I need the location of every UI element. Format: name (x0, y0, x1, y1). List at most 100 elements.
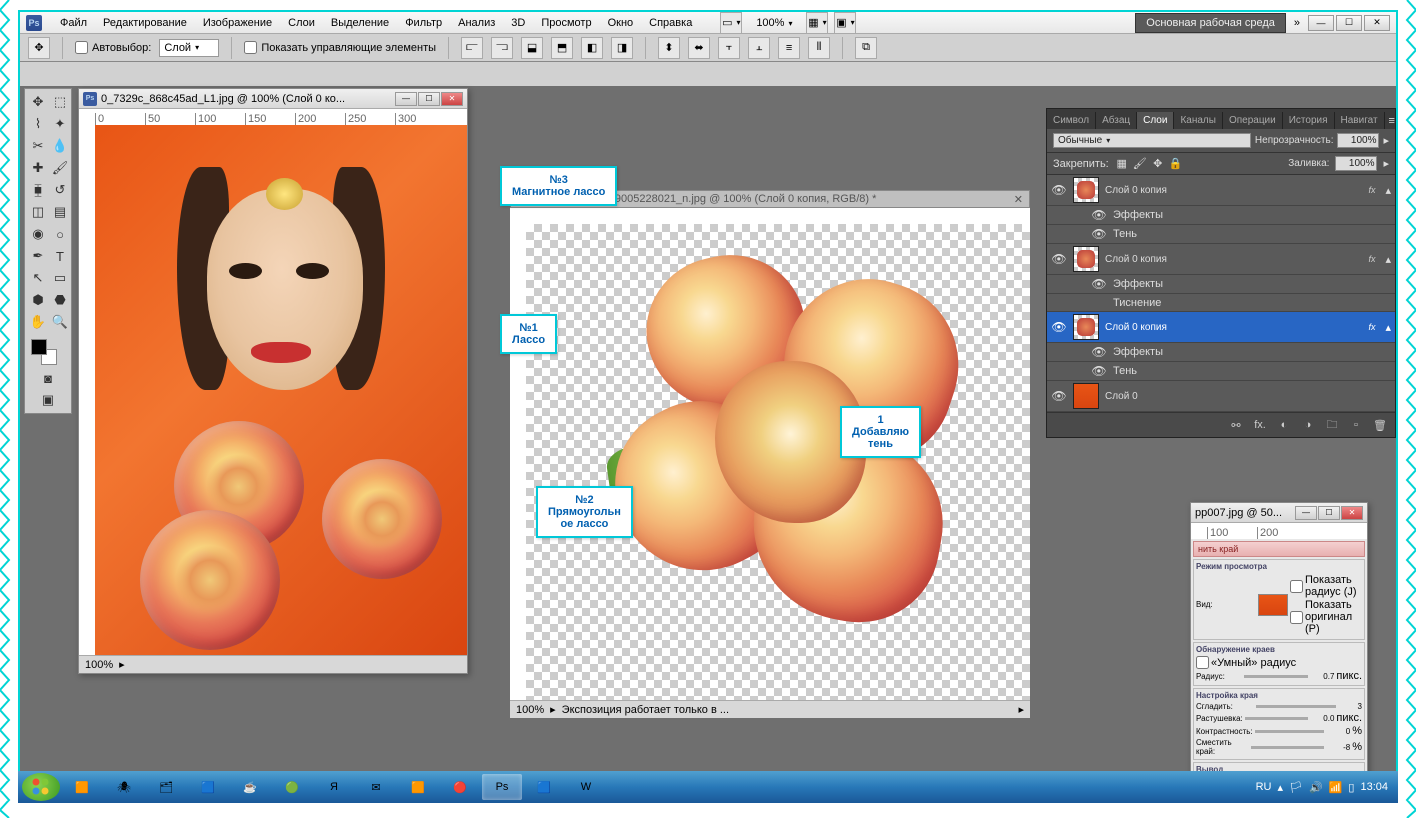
dodge-tool[interactable]: ○ (49, 223, 71, 245)
blur-tool[interactable]: ◉ (27, 223, 49, 245)
layer-name[interactable]: Слой 0 (1105, 391, 1391, 402)
tab-paragraph[interactable]: Абзац (1096, 112, 1137, 129)
taskbar-utorrent[interactable]: 🟢 (272, 774, 312, 800)
tray-battery-icon[interactable]: ▯ (1348, 781, 1354, 794)
taskbar-explorer[interactable]: 🗂 (146, 774, 186, 800)
history-brush-tool[interactable]: ↺ (49, 179, 71, 201)
lock-all-icon[interactable]: 🔒 (1169, 157, 1183, 171)
doc1-status-arrow-icon[interactable]: ▸ (119, 658, 125, 671)
show-original-check[interactable] (1290, 611, 1303, 624)
3d-tool[interactable]: ⬢ (27, 289, 49, 311)
fx-badge[interactable]: fx (1368, 322, 1375, 332)
layer-name[interactable]: Слой 0 копия (1105, 254, 1362, 265)
layer-effect-item[interactable]: 👁Тень (1047, 225, 1395, 244)
doc1-close[interactable]: ✕ (441, 92, 463, 106)
layer-row[interactable]: 👁 Слой 0 копия fx▴ (1047, 175, 1395, 206)
opacity-arrow-icon[interactable]: ▸ (1383, 134, 1389, 147)
doc1-canvas[interactable] (95, 125, 467, 655)
layer-name[interactable]: Слой 0 копия (1105, 322, 1362, 333)
move-tool[interactable]: ✥ (27, 91, 49, 113)
crop-tool[interactable]: ✂ (27, 135, 49, 157)
delete-layer-icon[interactable]: 🗑 (1371, 417, 1389, 433)
tab-actions[interactable]: Операции (1223, 112, 1283, 129)
fx-expand-icon[interactable]: ▴ (1385, 321, 1391, 334)
adjustment-layer-icon[interactable]: ◑ (1299, 417, 1317, 433)
visibility-eye-icon[interactable]: 👁 (1091, 208, 1107, 222)
layer-effect-item[interactable]: 👁Тень (1047, 362, 1395, 381)
type-tool[interactable]: T (49, 245, 71, 267)
close-button[interactable]: ✕ (1364, 15, 1390, 31)
menu-3d[interactable]: 3D (503, 14, 533, 32)
quickmask-toggle[interactable]: ◙ (37, 367, 59, 389)
visibility-eye-icon[interactable]: 👁 (1051, 389, 1067, 403)
layer-mask-icon[interactable]: ◐ (1275, 417, 1293, 433)
pen-tool[interactable]: ✒ (27, 245, 49, 267)
doc2-zoom[interactable]: 100% (516, 704, 544, 716)
heal-tool[interactable]: ✚ (27, 157, 49, 179)
doc3-titlebar[interactable]: pp007.jpg @ 50... — ☐ ✕ (1191, 503, 1367, 523)
maximize-button[interactable]: ☐ (1336, 15, 1362, 31)
taskbar-mail[interactable]: ✉ (356, 774, 396, 800)
eraser-tool[interactable]: ◫ (27, 201, 49, 223)
layer-row[interactable]: 👁 Слой 0 (1047, 381, 1395, 412)
doc3-minimize[interactable]: — (1295, 506, 1317, 520)
doc2-status-arrow-icon[interactable]: ▸ (550, 703, 556, 716)
align-icon-5[interactable]: ◧ (581, 37, 603, 59)
contrast-slider[interactable] (1255, 730, 1325, 733)
menu-filter[interactable]: Фильтр (397, 14, 450, 32)
distribute-icon-6[interactable]: ⦀ (808, 37, 830, 59)
tray-network-icon[interactable]: 📶 (1329, 781, 1343, 794)
fx-badge[interactable]: fx (1368, 254, 1375, 264)
marquee-tool[interactable]: ⬚ (49, 91, 71, 113)
taskbar-yandex[interactable]: Я (314, 774, 354, 800)
screenmode-toggle[interactable]: ▣ (37, 389, 59, 411)
menu-layers[interactable]: Слои (280, 14, 323, 32)
autoselect-checkbox[interactable]: Автовыбор: (75, 41, 151, 54)
smooth-value[interactable]: 3 (1338, 702, 1362, 711)
fx-badge[interactable]: fx (1368, 185, 1375, 195)
tab-history[interactable]: История (1283, 112, 1335, 129)
layer-row-selected[interactable]: 👁 Слой 0 копия fx▴ (1047, 312, 1395, 343)
shape-tool[interactable]: ▭ (49, 267, 71, 289)
lock-transparency-icon[interactable]: ▦ (1115, 157, 1129, 171)
distribute-icon-5[interactable]: ≡ (778, 37, 800, 59)
doc2-canvas[interactable] (526, 224, 1030, 700)
refine-view-thumb[interactable] (1258, 594, 1288, 616)
lock-pixels-icon[interactable]: 🖌 (1133, 157, 1147, 171)
link-layers-icon[interactable]: ⚯ (1227, 417, 1245, 433)
lasso-tool[interactable]: ⌇ (27, 113, 49, 135)
align-icon-1[interactable]: ⫍ (461, 37, 483, 59)
show-transform-checkbox[interactable]: Показать управляющие элементы (244, 41, 436, 54)
auto-align-icon[interactable]: ⧉ (855, 37, 877, 59)
menu-help[interactable]: Справка (641, 14, 700, 32)
blend-mode-select[interactable]: Обычные (1053, 133, 1251, 148)
taskbar-app-2[interactable]: 🕷 (104, 774, 144, 800)
gradient-tool[interactable]: ▤ (49, 201, 71, 223)
workspace-more-icon[interactable]: » (1286, 17, 1308, 29)
taskbar-app-5[interactable]: 🟦 (524, 774, 564, 800)
layer-thumbnail[interactable] (1073, 246, 1099, 272)
smart-radius-check[interactable] (1196, 656, 1209, 669)
viewextra-icon[interactable]: ▣ (834, 12, 856, 34)
fx-expand-icon[interactable]: ▴ (1385, 184, 1391, 197)
menu-select[interactable]: Выделение (323, 14, 397, 32)
start-button[interactable] (22, 773, 60, 801)
panel-menu-icon[interactable]: ≡ (1385, 113, 1399, 129)
visibility-eye-icon[interactable]: 👁 (1091, 277, 1107, 291)
visibility-eye-icon[interactable]: 👁 (1091, 227, 1107, 241)
doc1-minimize[interactable]: — (395, 92, 417, 106)
layer-thumbnail[interactable] (1073, 314, 1099, 340)
show-transform-check-input[interactable] (244, 41, 257, 54)
menu-edit[interactable]: Редактирование (95, 14, 195, 32)
menu-view[interactable]: Просмотр (533, 14, 599, 32)
zoom-level[interactable]: 100% (748, 15, 800, 31)
tray-lang[interactable]: RU (1256, 781, 1272, 793)
visibility-eye-icon[interactable]: 👁 (1091, 345, 1107, 359)
align-icon-3[interactable]: ⬓ (521, 37, 543, 59)
feather-slider[interactable] (1245, 717, 1309, 720)
distribute-icon-1[interactable]: ⬍ (658, 37, 680, 59)
menu-image[interactable]: Изображение (195, 14, 280, 32)
move-tool-preview-icon[interactable]: ✥ (28, 37, 50, 59)
tray-flag-icon[interactable]: 🏳 (1289, 781, 1303, 794)
fill-input[interactable]: 100% (1335, 156, 1377, 171)
